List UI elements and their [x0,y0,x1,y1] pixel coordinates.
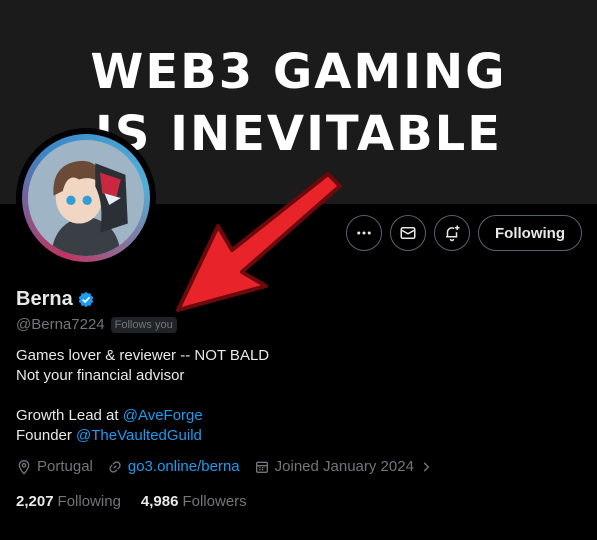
joined-text: Joined January 2024 [274,458,414,475]
bell-plus-icon [446,225,460,242]
chevron-right-icon [423,461,430,472]
followers-label: Followers [182,493,247,510]
avatar-image [28,140,144,256]
more-button[interactable] [346,215,382,251]
followers-count: 4,986 [140,493,179,510]
profile-meta: Portugal go3.online/berna Joined January… [16,458,433,475]
envelope-icon [400,227,416,239]
location-item: Portugal [16,458,93,475]
banner-text-line-1: WEB3 GAMING [90,44,507,100]
link-icon [109,460,121,473]
location-text: Portugal [37,458,93,475]
message-button[interactable] [390,215,426,251]
more-horizontal-icon [357,231,371,235]
followers-stat[interactable]: 4,986 Followers [141,493,247,510]
avatar[interactable] [16,128,156,268]
bio-line-1: Games lover & reviewer -- NOT BALD [16,347,270,364]
bio-founder-prefix: Founder [16,427,77,444]
name-row: Berna [16,288,95,311]
joined-item[interactable]: Joined January 2024 [254,458,433,475]
bio-growth-line: Growth Lead at @AveForge [16,406,576,426]
follows-you-badge: Follows you [110,316,177,333]
user-handle: @Berna7224 [16,316,105,333]
verified-badge-icon[interactable] [77,291,95,309]
website-link[interactable]: go3.online/berna [128,458,240,475]
location-pin-icon [18,459,30,475]
bio-line-2: Not your financial advisor [16,367,185,384]
bio-growth-prefix: Growth Lead at [16,407,123,424]
vaulted-guild-link[interactable]: @TheVaultedGuild [76,427,202,444]
calendar-icon [255,461,268,473]
notifications-button[interactable] [434,215,470,251]
display-name: Berna [16,288,73,310]
website-item: go3.online/berna [107,458,240,475]
following-stat[interactable]: 2,207 Following [16,493,121,510]
profile-bio: Games lover & reviewer -- NOT BALD Not y… [16,346,576,446]
handle-row: @Berna7224 Follows you [16,316,177,333]
following-count: 2,207 [16,493,54,510]
following-label: Following [57,493,121,510]
bio-founder-line: Founder @TheVaultedGuild [16,426,576,446]
following-button[interactable]: Following [478,215,582,251]
follow-stats: 2,207 Following 4,986 Followers [16,493,247,510]
ave-forge-link[interactable]: @AveForge [123,407,203,424]
